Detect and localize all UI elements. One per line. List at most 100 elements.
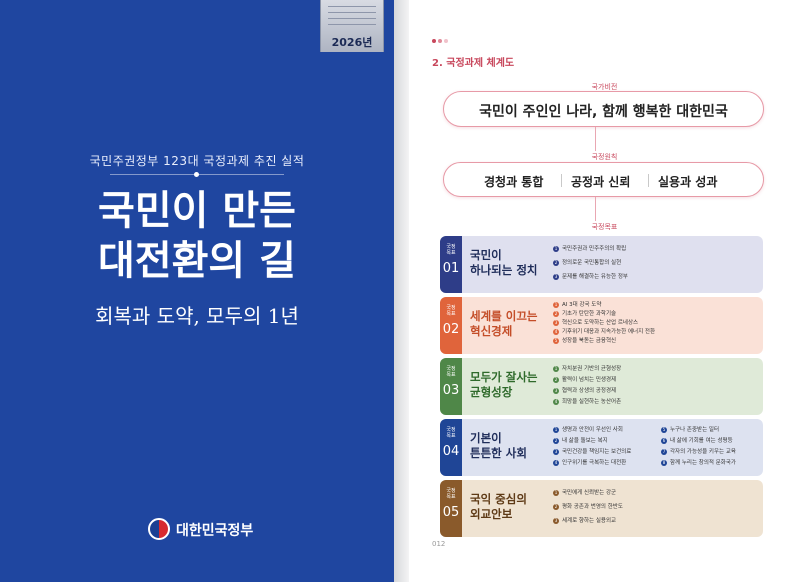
goal-badge: 국정 목표 03 xyxy=(440,358,462,415)
cover-year: 2026년 xyxy=(331,36,373,49)
year-tab: 2026년 xyxy=(320,0,384,52)
goal-item: 2 기초가 탄탄한 과학기술 xyxy=(553,310,655,319)
principle-item: 공정과 신뢰 xyxy=(571,175,631,189)
goal-item-text: 자치분권 기반의 균형성장 xyxy=(562,366,622,372)
item-number-bullet: 2 xyxy=(553,310,559,317)
goal-item: 2 활력이 넘치는 민생경제 xyxy=(553,375,621,386)
goal-item-text: 국민에게 신뢰받는 강군 xyxy=(562,490,617,496)
item-number-bullet: 1 xyxy=(553,245,559,252)
goal-item: 1 국민에게 신뢰받는 강군 xyxy=(553,486,623,500)
goal-number: 02 xyxy=(442,322,460,337)
goal-items: 1 AI 3대 강국 도약 2 기초가 탄탄한 과학기술 3 혁신으로 도약하는 산업 르… xyxy=(553,301,655,346)
item-number-bullet: 8 xyxy=(661,459,667,466)
goal-card: 국정 목표 03 모두가 잘사는 균형성장 1 자치분권 기반의 균형성장 2 활력이 넘치… xyxy=(440,358,763,415)
item-number-bullet: 7 xyxy=(661,448,667,455)
goal-item: 7 각자의 가능성을 키우는 교육 xyxy=(661,447,736,458)
publisher-name: 대한민국정부 xyxy=(176,523,254,539)
cover-tagline: 회복과 도약, 모두의 1년 xyxy=(95,304,299,328)
goal-title: 세계를 이끄는 혁신경제 xyxy=(470,309,538,338)
goal-item: 6내 삶에 기회를 여는 성평등 xyxy=(661,436,736,447)
goal-items: 1 자치분권 기반의 균형성장 2 활력이 넘치는 민생경제 3 협력과 상생의 공정경제… xyxy=(553,364,621,408)
goal-item-text: 생명과 안전이 우선인 사회 xyxy=(562,427,623,433)
goal-item-text: 평화 공존과 번영의 한반도 xyxy=(562,504,623,510)
goal-badge: 국정 목표 04 xyxy=(440,419,462,476)
separator xyxy=(561,174,562,187)
item-number-bullet: 3 xyxy=(553,319,559,326)
goal-item-text: 국민주권과 민주주의의 확립 xyxy=(562,246,627,252)
goal-item-text: 활력이 넘치는 민생경제 xyxy=(562,377,617,383)
principles-label: 국정원칙 xyxy=(591,153,618,161)
item-number-bullet: 2 xyxy=(553,259,559,266)
goal-item: 4 인구위기를 극복하는 대전환 xyxy=(553,458,631,469)
item-number-bullet: 2 xyxy=(553,437,559,444)
section-title: 2. 국정과제 체계도 xyxy=(432,58,515,69)
goal-title: 기본이 튼튼한 사회 xyxy=(470,431,527,460)
vision-box: 국민이 주인인 나라, 함께 행복한 대한민국 xyxy=(443,91,764,127)
goal-item-text: 문제를 해결하는 유능한 정부 xyxy=(562,274,628,280)
decorative-dots xyxy=(432,28,450,47)
goal-item-text: 세계로 향하는 실용외교 xyxy=(562,518,617,524)
item-number-bullet: 4 xyxy=(553,459,559,466)
separator xyxy=(648,174,649,187)
item-number-bullet: 4 xyxy=(553,328,559,335)
goal-item: 3 세계로 향하는 실용외교 xyxy=(553,514,623,528)
report-cover: 2026년 국민주권정부 123대 국정과제 추진 실적 국민이 만든 대전환의… xyxy=(0,0,394,582)
goal-item-text: 희망을 실현하는 농산어촌 xyxy=(562,399,622,405)
goal-item-text: AI 3대 강국 도약 xyxy=(562,302,602,308)
item-number-bullet: 2 xyxy=(553,376,559,383)
goal-item-text: 기후위기 대응과 지속가능한 에너지 전환 xyxy=(562,329,656,335)
goal-item: 2내 삶을 돌보는 복지 xyxy=(553,436,631,447)
goal-item: 3 혁신으로 도약하는 산업 르네상스 xyxy=(553,319,655,328)
goal-item-text: 내 삶에 기회를 여는 성평등 xyxy=(670,438,733,444)
goal-item: 1 자치분권 기반의 균형성장 xyxy=(553,364,621,375)
item-number-bullet: 3 xyxy=(553,273,559,280)
page-number: 012 xyxy=(432,540,446,548)
goal-item: 1 생명과 안전이 우선인 사회 xyxy=(553,425,631,436)
goal-item: 4 희망을 실현하는 농산어촌 xyxy=(553,397,621,408)
cover-title-line2: 대전환의 길 xyxy=(98,238,296,284)
goal-card: 국정 목표 04 기본이 튼튼한 사회 1 생명과 안전이 우선인 사회 2 내 삶을 돌보… xyxy=(440,419,763,476)
goal-item-text: 기초가 탄탄한 과학기술 xyxy=(562,311,617,317)
connector-line xyxy=(595,127,596,151)
goal-items: 1 생명과 안전이 우선인 사회 2 내 삶을 돌보는 복지 3 국민건강을 책임지는 보… xyxy=(553,425,631,469)
goal-item: 5 성장을 북돋는 금융혁신 xyxy=(553,337,655,346)
goal-item-text: 내 삶을 돌보는 복지 xyxy=(562,438,608,444)
goal-item: 5 누구나 존중받는 일터 xyxy=(661,425,736,436)
item-number-bullet: 6 xyxy=(661,437,667,444)
goal-tag: 국정 목표 xyxy=(446,366,456,378)
goal-number: 03 xyxy=(442,383,460,398)
item-number-bullet: 5 xyxy=(553,337,559,344)
goal-item-text: 각자의 가능성을 키우는 교육 xyxy=(670,449,736,455)
item-number-bullet: 3 xyxy=(553,387,559,394)
goals-label: 국정목표 xyxy=(591,223,618,231)
goal-item: 2 정의로운 국민통합의 실현 xyxy=(553,256,628,270)
item-number-bullet: 3 xyxy=(553,517,559,524)
cover-title-line1: 국민이 만든 xyxy=(98,188,296,234)
goal-item: 3 협력과 상생의 공정경제 xyxy=(553,386,621,397)
item-number-bullet: 3 xyxy=(553,448,559,455)
goal-badge: 국정 목표 02 xyxy=(440,297,462,354)
vision-text: 국민이 주인인 나라, 함께 행복한 대한민국 xyxy=(479,104,728,120)
goal-number: 01 xyxy=(442,261,460,276)
goal-items: 1 국민주권과 민주주의의 확립 2 정의로운 국민통합의 실현 3 문제를 해결하는 유… xyxy=(553,242,628,284)
divider-dot xyxy=(194,172,199,177)
goal-item: 2 평화 공존과 번영의 한반도 xyxy=(553,500,623,514)
goal-item-text: 누구나 존중받는 일터 xyxy=(670,427,720,433)
goal-title: 모두가 잘사는 균형성장 xyxy=(470,370,538,399)
goal-badge: 국정 목표 05 xyxy=(440,480,462,537)
item-number-bullet: 1 xyxy=(553,426,559,433)
goal-items: 5 누구나 존중받는 일터 6 내 삶에 기회를 여는 성평등 7 각자의 가능성을 키우… xyxy=(661,425,736,469)
goal-card: 국정 목표 01 국민이 하나되는 정치 1 국민주권과 민주주의의 확립 2 정의로운 국… xyxy=(440,236,763,293)
item-number-bullet: 4 xyxy=(553,398,559,405)
goal-item: 1 AI 3대 강국 도약 xyxy=(553,301,655,310)
taegeuk-emblem-icon xyxy=(148,518,170,540)
goal-tag: 국정 목표 xyxy=(446,427,456,439)
page-gutter xyxy=(394,0,409,582)
connector-line xyxy=(595,197,596,221)
goal-number: 04 xyxy=(442,444,460,459)
goal-item: 4 기후위기 대응과 지속가능한 에너지 전환 xyxy=(553,328,655,337)
goal-item-text: 인구위기를 극복하는 대전환 xyxy=(562,460,627,466)
goal-items: 1 국민에게 신뢰받는 강군 2 평화 공존과 번영의 한반도 3 세계로 향하는 실용외… xyxy=(553,486,623,528)
item-number-bullet: 1 xyxy=(553,489,559,496)
goal-item-text: 국민건강을 책임지는 보건의료 xyxy=(562,449,632,455)
